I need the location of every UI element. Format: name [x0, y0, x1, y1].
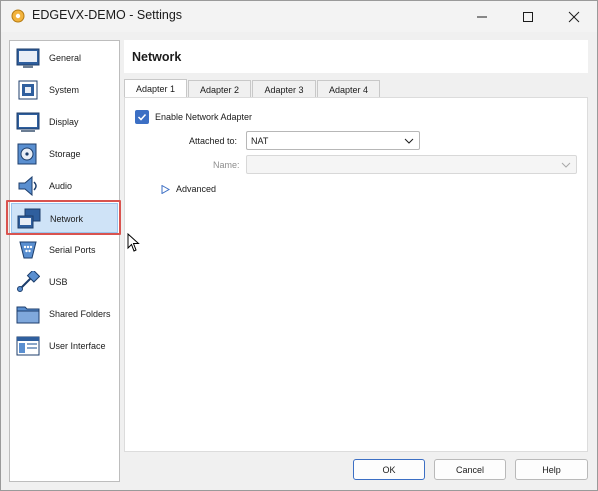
cancel-button[interactable]: Cancel [434, 459, 506, 480]
sidebar-item-usb[interactable]: USB [11, 267, 118, 297]
window-title: EDGEVX-DEMO - Settings [32, 8, 183, 22]
system-icon [18, 80, 38, 100]
sidebar-item-general[interactable]: General [11, 43, 118, 73]
help-button[interactable]: Help [515, 459, 588, 480]
sidebar-item-label: Storage [49, 149, 81, 159]
ok-button[interactable]: OK [353, 459, 425, 480]
general-icon [16, 48, 40, 68]
minimize-icon [477, 16, 487, 17]
settings-window: EDGEVX-DEMO - Settings General System Di… [0, 0, 598, 491]
settings-sidebar: General System Display Storage Audio Net… [9, 40, 120, 482]
sidebar-item-storage[interactable]: Storage [11, 139, 118, 169]
chevron-down-icon [404, 138, 414, 144]
tab-adapter-4[interactable]: Adapter 4 [317, 80, 380, 98]
sidebar-item-user-interface[interactable]: User Interface [11, 331, 118, 361]
close-icon [568, 11, 580, 22]
checkmark-icon [137, 113, 147, 121]
sidebar-item-label: System [49, 85, 80, 95]
title-bar[interactable]: EDGEVX-DEMO - Settings [1, 1, 597, 32]
maximize-icon [523, 11, 533, 22]
name-label: Name: [213, 160, 240, 170]
expand-triangle-icon [161, 185, 170, 194]
mouse-cursor-icon [127, 233, 140, 252]
sidebar-item-label: USB [49, 277, 68, 287]
shared-folders-icon [16, 306, 40, 324]
user-interface-icon [16, 336, 40, 356]
sidebar-item-label: Serial Ports [49, 245, 96, 255]
audio-icon [18, 175, 37, 197]
network-highlight-annotation [6, 200, 121, 235]
usb-icon [17, 271, 40, 292]
tab-adapter-3[interactable]: Adapter 3 [252, 80, 316, 98]
attached-to-label: Attached to: [189, 136, 238, 146]
tab-adapter-1[interactable]: Adapter 1 [124, 79, 187, 98]
sidebar-item-audio[interactable]: Audio [11, 171, 118, 201]
attached-to-value: NAT [251, 136, 269, 146]
network-panel: Network Adapter 1 Adapter 2 Adapter 3 Ad… [124, 40, 588, 452]
sidebar-item-serial-ports[interactable]: Serial Ports [11, 235, 118, 265]
sidebar-item-label: Display [49, 117, 79, 127]
close-button[interactable] [551, 1, 597, 32]
page-title: Network [132, 50, 182, 64]
tab-adapter-2[interactable]: Adapter 2 [188, 80, 251, 98]
attached-to-select[interactable]: NAT [246, 131, 420, 150]
name-select[interactable] [246, 155, 577, 174]
serial-ports-icon [19, 241, 37, 259]
enable-adapter-label[interactable]: Enable Network Adapter [155, 112, 252, 122]
sidebar-item-label: General [49, 53, 82, 63]
panel-header: Network [124, 40, 588, 73]
maximize-button[interactable] [505, 1, 551, 32]
sidebar-item-display[interactable]: Display [11, 107, 118, 137]
sidebar-item-shared-folders[interactable]: Shared Folders [11, 299, 118, 329]
adapter-1-content: Enable Network Adapter Attached to: NAT … [124, 97, 588, 452]
sidebar-item-label: User Interface [49, 341, 106, 351]
chevron-down-icon [561, 162, 571, 168]
storage-icon [17, 143, 37, 165]
virtualbox-app-icon [11, 9, 25, 23]
minimize-button[interactable] [459, 1, 505, 32]
display-icon [16, 112, 40, 132]
enable-adapter-checkbox[interactable] [135, 110, 149, 124]
advanced-label: Advanced [176, 184, 217, 194]
sidebar-item-label: Audio [49, 181, 73, 191]
sidebar-item-label: Shared Folders [49, 309, 111, 319]
sidebar-item-system[interactable]: System [11, 75, 118, 105]
